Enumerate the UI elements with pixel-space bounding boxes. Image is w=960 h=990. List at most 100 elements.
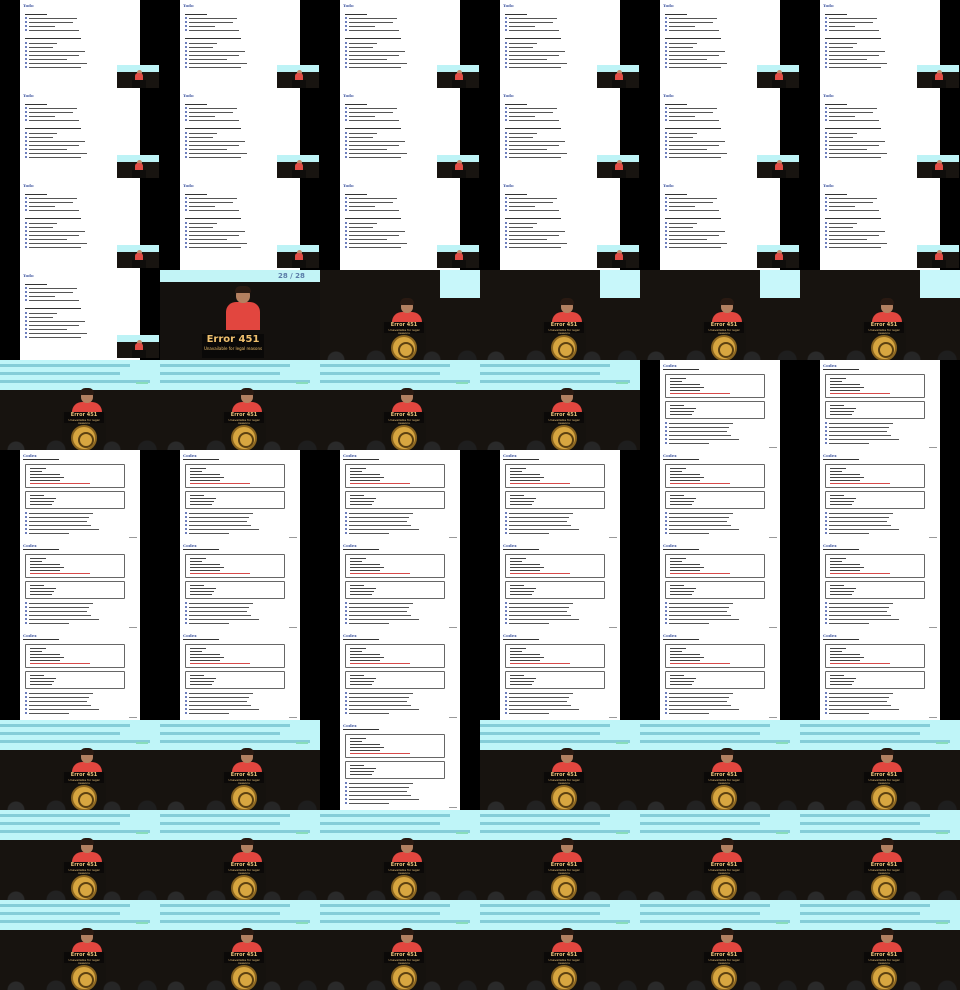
slide-subtitle [823,459,859,461]
slide-text-line [665,700,727,703]
slide-text-line [25,700,87,703]
projected-text [480,810,640,840]
slide-text-line [345,140,405,143]
code-line [830,381,842,383]
thumbnail-podium [612,80,626,88]
video-frame: Error 451 Unavailable for legal reasons [800,810,960,900]
code-line [670,501,694,503]
projected-line [0,740,150,743]
slide-text-line [25,17,77,20]
video-frame: Error 451 Unavailable for legal reasons [160,720,320,810]
slide-title: Todo [343,3,354,8]
projected-line [480,814,610,817]
slide-text-line [505,610,567,613]
slide-text-line [505,140,565,143]
projected-slide-number [296,832,308,834]
slide-text-line [665,25,695,28]
slide-subtitle [663,459,699,461]
slide-text-line [25,512,93,515]
slide-text-line [825,602,893,605]
slide-text-line [665,115,695,118]
code-line [30,675,44,677]
video-frame-contact-sheet: Todo Todo Todo Todo Todo Todo Todo Todo Todo Todo… [0,0,960,990]
audience-heads [640,796,800,810]
code-line [30,588,56,590]
speaker-hair [560,388,574,395]
slide-text-line [185,520,247,523]
video-frame: Todo [480,0,640,90]
slide-text-line [665,148,707,151]
slide-title: Codex [183,453,197,458]
projected-slide-number [456,382,468,384]
video-frame: Todo [480,180,640,270]
slide-text-line [665,434,731,437]
code-line [830,651,842,653]
speaker-thumbnail [117,335,159,358]
code-line [670,378,686,380]
slide-text-line [25,622,69,625]
code-slide: Codex [820,450,940,540]
code-line [190,657,224,659]
slide-text-line [345,532,389,535]
slide-text-line [825,434,891,437]
slide-text-line [25,21,73,24]
code-block [505,491,605,509]
code-block [25,644,125,668]
code-line [350,750,380,752]
code-line [350,573,410,575]
projected-slide-number [936,742,948,744]
slide-text-line [25,532,69,535]
slide-text-line [665,205,695,208]
video-frame: Codex [800,360,960,450]
code-line [350,564,380,566]
code-line [30,681,54,683]
slide-subtitle [183,639,219,641]
thumbnail-podium [132,170,146,178]
slide-text-line [665,524,731,527]
podium-sign-text: Error 451 [206,334,260,345]
code-line [350,468,366,470]
video-frame: Error 451 Unavailable for legal reasons [160,900,320,990]
slide-title: Codex [23,453,37,458]
slide-text-line [505,528,579,531]
slide-text-line [185,38,241,40]
video-frame: Todo [0,0,160,90]
slide-page-number [289,536,297,538]
slide-text-line [345,242,407,245]
code-line [670,585,684,587]
video-frame: Codex [480,450,640,540]
code-line [510,594,532,596]
slide-text-line [825,21,873,24]
video-frame: Error 451 Unavailable for legal reasons [800,720,960,810]
video-frame: Error 451 Unavailable for legal reasons [800,270,960,360]
slide-text-line [345,794,411,797]
thumbnail-podium [452,260,466,268]
code-block [185,644,285,668]
slide-text-line [345,197,397,200]
slide-page-number [929,626,937,628]
projected-line [0,822,120,825]
podium-sign: Error 451 Unavailable for legal reasons [704,772,744,785]
slide-text-line [345,111,393,114]
video-frame: Codex [640,450,800,540]
podium-sign: Error 451 Unavailable for legal reasons [704,862,744,875]
slide-text-line [505,21,553,24]
slide-subtitle [823,369,859,371]
code-slide: Codex [340,450,460,540]
slide-text-line [345,104,367,106]
slide-title: Todo [663,3,674,8]
slide-text-line [185,119,239,122]
projected-line [0,380,150,383]
code-line [670,684,692,686]
slide-subtitle [343,729,379,731]
slide-title: Todo [663,93,674,98]
slide-text-line [665,430,727,433]
slide-title: Codex [503,633,517,638]
projected-slide-number [776,742,788,744]
slide-text-line [25,38,81,40]
projected-text [800,900,960,930]
slide-text-line [825,148,867,151]
video-frame: Todo [0,270,160,360]
code-line [670,573,730,575]
code-line [350,660,380,662]
